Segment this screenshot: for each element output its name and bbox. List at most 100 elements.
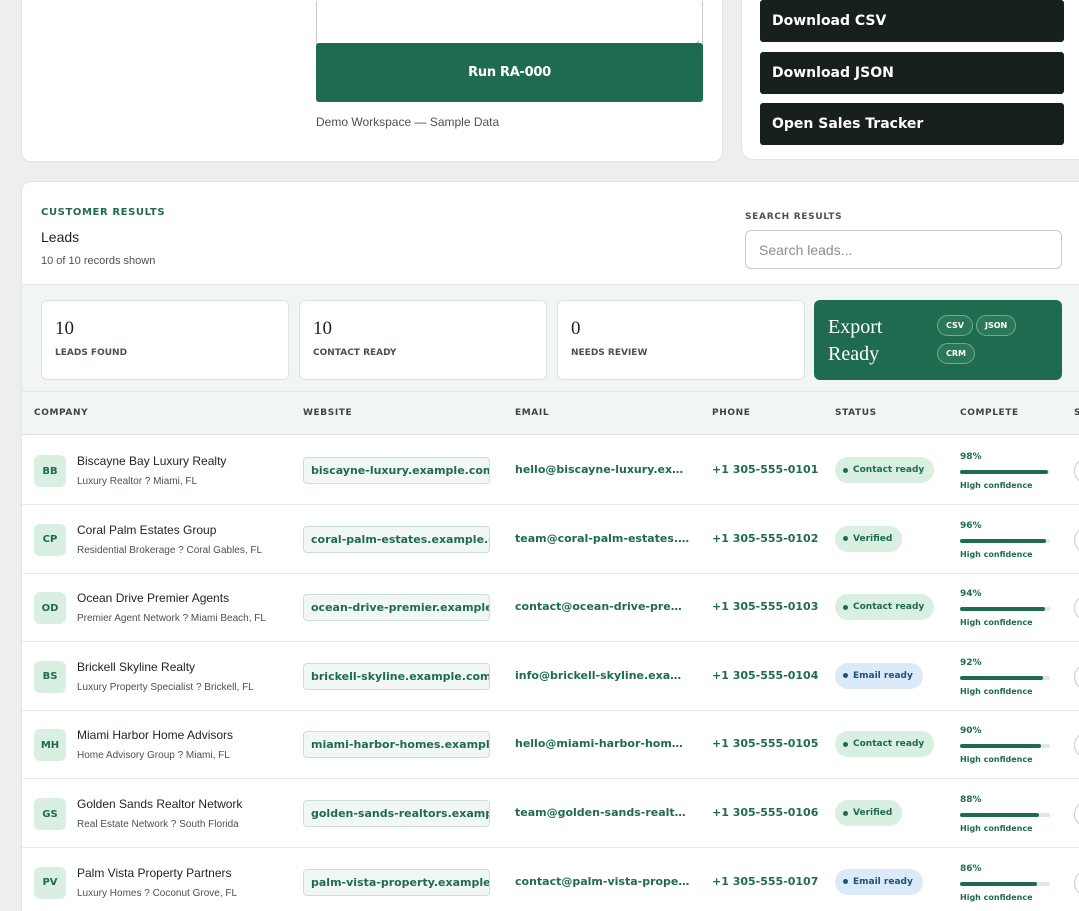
company-subtitle: Real Estate Network ? South Florida [77,819,239,830]
row-action-button[interactable] [1074,732,1079,759]
complete-percent: 92% [960,657,982,668]
stat-leads-found: 10 LEADS FOUND [41,300,289,380]
run-button[interactable]: Run RA-000 [316,43,703,102]
company-name[interactable]: Brickell Skyline Realty [77,660,195,674]
row-action-button[interactable] [1074,458,1079,484]
website-link[interactable]: brickell-skyline.example.com [303,662,490,690]
table-row[interactable]: OD Ocean Drive Premier Agents Premier Agen… [22,573,1079,643]
website-link[interactable]: coral-palm-estates.example.com [303,525,490,553]
phone-link[interactable]: +1 305-555-0106 [712,806,818,819]
company-name[interactable]: Palm Vista Property Partners [77,866,232,880]
phone-link[interactable]: +1 305-555-0105 [712,737,818,750]
status-badge: Contact ready [835,731,935,758]
company-subtitle: Luxury Property Specialist ? Brickell, F… [77,681,254,693]
website-link[interactable]: palm-vista-property.example.com [303,868,490,896]
website-link[interactable]: miami-harbor-homes.example.com [303,731,490,759]
table-row[interactable]: MH Miami Harbor Home Advisors Home Advisor… [22,710,1079,780]
email-link[interactable]: team@coral-palm-estates.example.com [515,532,690,545]
download-csv-button[interactable]: Download CSV [760,0,1064,42]
column-header-email[interactable]: EMAIL [515,408,549,418]
company-subtitle: Luxury Realtor ? Miami, FL [77,476,198,487]
column-header-phone[interactable]: PHONE [712,408,750,418]
company-name[interactable]: Golden Sands Realtor Network [77,797,242,811]
status-text: Email ready [853,670,913,681]
company-name[interactable]: Ocean Drive Premier Agents [77,591,229,605]
website-link[interactable]: biscayne-luxury.example.com [303,457,490,484]
company-subtitle: Luxury Homes ? Coconut Grove, FL [77,887,238,899]
complete-progress-bar [960,538,1050,543]
table-row[interactable]: CP Coral Palm Estates Group Residential Br… [22,505,1079,574]
phone-link[interactable]: +1 305-555-0103 [712,600,818,613]
confidence-label: High confidence [960,618,1033,628]
complete-percent: 88% [960,795,982,805]
email-link[interactable]: team@golden-sands-realtors.example.com [515,806,690,819]
open-sales-tracker-button[interactable]: Open Sales Tracker [760,103,1064,145]
download-json-button[interactable]: Download JSON [760,52,1064,94]
email-link[interactable]: contact@ocean-drive-premier.example.com [515,600,690,613]
confidence-label: High confidence [960,755,1033,765]
column-header-complete[interactable]: COMPLETE [960,408,1019,418]
row-action-button[interactable] [1074,595,1079,622]
search-input[interactable] [745,230,1062,269]
row-action-button[interactable] [1074,663,1079,690]
row-action-button[interactable] [1074,801,1079,827]
phone-link[interactable]: +1 305-555-0101 [712,463,818,476]
stat-value: 0 [571,318,581,339]
status-dot-icon [843,467,848,473]
status-text: Contact ready [853,739,925,750]
phone-link[interactable]: +1 305-555-0107 [712,875,818,888]
company-avatar: CP [34,523,66,556]
stat-label: LEADS FOUND [55,348,128,358]
company-avatar: OD [34,592,66,625]
complete-percent: 96% [960,520,982,531]
website-link[interactable]: ocean-drive-premier.example.com [303,594,490,622]
status-text: Verified [853,808,893,818]
table-row[interactable]: GS Golden Sands Realtor Network Real Estat… [22,779,1079,848]
table-row[interactable]: BB Biscayne Bay Luxury Realty Luxury Realt… [22,436,1079,505]
email-link[interactable]: hello@biscayne-luxury.example.com [515,463,690,476]
phone-link[interactable]: +1 305-555-0102 [712,532,818,545]
company-name[interactable]: Coral Palm Estates Group [77,523,216,537]
email-link[interactable]: hello@miami-harbor-homes.example.com [515,737,690,750]
email-link[interactable]: info@brickell-skyline.example.com [515,669,690,682]
confidence-label: High confidence [960,549,1033,559]
company-name[interactable]: Miami Harbor Home Advisors [77,728,233,742]
column-header-company[interactable]: COMPANY [34,408,88,418]
row-action-button[interactable] [1074,869,1079,896]
complete-progress-fill [960,470,1049,474]
confidence-label: High confidence [960,824,1033,833]
chip-json[interactable]: JSON [976,315,1017,336]
status-dot-icon [843,810,848,816]
complete-progress-bar [960,881,1050,886]
table-header: COMPANY WEBSITE EMAIL PHONE STATUS COMPL… [22,392,1079,435]
workspace-card: Run RA-000 Demo Workspace — Sample Data [21,0,723,162]
stat-needs-review: 0 NEEDS REVIEW [557,300,805,380]
column-header-status[interactable]: STATUS [835,408,877,418]
complete-progress-fill [960,813,1040,817]
complete-percent: 98% [960,452,982,462]
status-dot-icon [843,741,848,747]
export-title: Export Ready [828,316,883,365]
column-header-website[interactable]: WEBSITE [303,408,352,418]
company-subtitle: Residential Brokerage ? Coral Gables, FL [77,544,263,556]
website-link[interactable]: golden-sands-realtors.example.com [303,800,490,827]
confidence-label: High confidence [960,892,1033,902]
column-header-s[interactable]: S [1074,408,1079,418]
row-action-button[interactable] [1074,526,1079,553]
status-dot-icon [843,879,848,885]
chip-crm[interactable]: CRM [937,343,975,364]
email-link[interactable]: contact@palm-vista-property.example.com [515,875,690,888]
company-name[interactable]: Biscayne Bay Luxury Realty [77,454,226,468]
phone-link[interactable]: +1 305-555-0104 [712,669,818,682]
stats-band: 10 LEADS FOUND 10 CONTACT READY 0 NEEDS … [22,284,1079,392]
complete-progress-fill [960,744,1041,749]
chip-csv[interactable]: CSV [937,315,973,336]
table-row[interactable]: BS Brickell Skyline Realty Luxury Property… [22,642,1079,711]
table-row[interactable]: PV Palm Vista Property Partners Luxury Hom… [22,848,1079,911]
complete-percent: 90% [960,726,982,737]
status-text: Contact ready [853,465,925,475]
status-dot-icon [843,604,848,610]
export-ready-card: Export Ready CSV JSON CRM [814,300,1062,380]
complete-progress-fill [960,538,1047,543]
status-badge: Email ready [835,662,923,689]
